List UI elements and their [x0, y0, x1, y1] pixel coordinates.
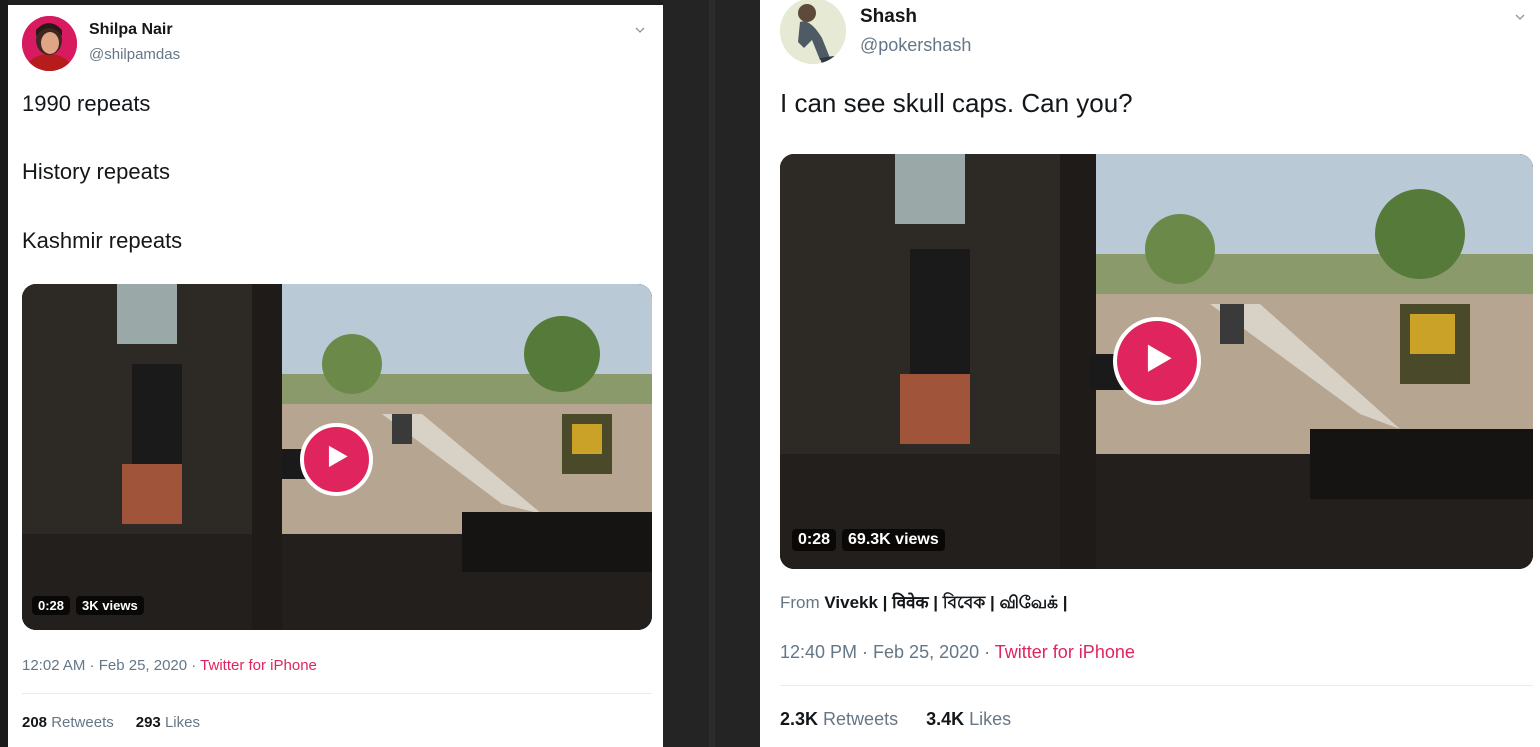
video-player[interactable]: 0:28 69.3K views	[780, 154, 1533, 569]
video-badges: 0:28 3K views	[32, 596, 144, 615]
tweet-meta: 12:02 AM · Feb 25, 2020 · Twitter for iP…	[22, 657, 317, 674]
avatar[interactable]	[22, 16, 77, 71]
play-button[interactable]	[1113, 317, 1201, 405]
likes-label: Likes	[969, 709, 1012, 729]
likes-stat[interactable]: 293 Likes	[136, 714, 200, 731]
tweet-card-left: Shilpa Nair @shilpamdas 1990 repeats His…	[8, 5, 663, 747]
play-button[interactable]	[300, 423, 373, 496]
timestamp[interactable]: 12:40 PM · Feb 25, 2020 ·	[780, 642, 995, 662]
retweets-count: 2.3K	[780, 709, 819, 729]
tweet-card-right: Shash @pokershash I can see skull caps. …	[760, 0, 1540, 747]
avatar-image	[22, 16, 77, 71]
source-link[interactable]: Twitter for iPhone	[995, 642, 1135, 662]
source-link[interactable]: Twitter for iPhone	[200, 657, 317, 674]
divider	[780, 685, 1533, 686]
likes-stat[interactable]: 3.4K Likes	[926, 709, 1011, 730]
author-handle[interactable]: @shilpamdas	[89, 46, 180, 63]
tweet-meta: 12:40 PM · Feb 25, 2020 · Twitter for iP…	[780, 642, 1135, 663]
tweet-text-line: 1990 repeats	[22, 91, 151, 116]
author-handle[interactable]: @pokershash	[860, 35, 971, 56]
video-duration: 0:28	[32, 596, 71, 615]
from-prefix: From	[780, 593, 825, 612]
tweet-text-line: History repeats	[22, 159, 170, 184]
author-name[interactable]: Shilpa Nair	[89, 21, 173, 39]
likes-label: Likes	[164, 714, 200, 731]
play-icon	[1147, 344, 1172, 372]
from-name[interactable]: Vivekk | विवेक | বিবেক | விவேக் |	[824, 593, 1067, 612]
avatar-image	[780, 0, 846, 64]
video-views: 3K views	[76, 596, 144, 615]
window-edge	[0, 0, 8, 747]
timestamp[interactable]: 12:02 AM · Feb 25, 2020 ·	[22, 657, 200, 674]
author-name[interactable]: Shash	[860, 6, 917, 28]
video-duration: 0:28	[792, 529, 837, 551]
avatar[interactable]	[780, 0, 846, 64]
likes-count: 3.4K	[926, 709, 965, 729]
video-player[interactable]: 0:28 3K views	[22, 284, 652, 630]
separator-stripe	[709, 0, 715, 747]
tweet-stats: 2.3K Retweets 3.4K Likes	[780, 709, 1011, 730]
retweets-stat[interactable]: 208 Retweets	[22, 714, 114, 731]
divider	[22, 693, 652, 694]
video-from-attribution: From Vivekk | विवेक | বিবেক | விவேக் |	[780, 590, 1067, 618]
tweet-stats: 208 Retweets 293 Likes	[22, 714, 200, 731]
retweets-count: 208	[22, 714, 48, 731]
likes-count: 293	[135, 714, 161, 731]
retweets-label: Retweets	[823, 709, 899, 729]
video-badges: 0:28 69.3K views	[792, 529, 945, 551]
play-icon	[328, 445, 348, 468]
chevron-down-icon[interactable]	[635, 25, 645, 35]
panel-separator	[663, 0, 760, 747]
video-views: 69.3K views	[842, 529, 945, 551]
retweets-stat[interactable]: 2.3K Retweets	[780, 709, 898, 730]
chevron-down-icon[interactable]	[1515, 12, 1525, 22]
retweets-label: Retweets	[51, 714, 114, 731]
tweet-text: I can see skull caps. Can you?	[780, 88, 1133, 118]
tweet-text-line: Kashmir repeats	[22, 228, 183, 253]
